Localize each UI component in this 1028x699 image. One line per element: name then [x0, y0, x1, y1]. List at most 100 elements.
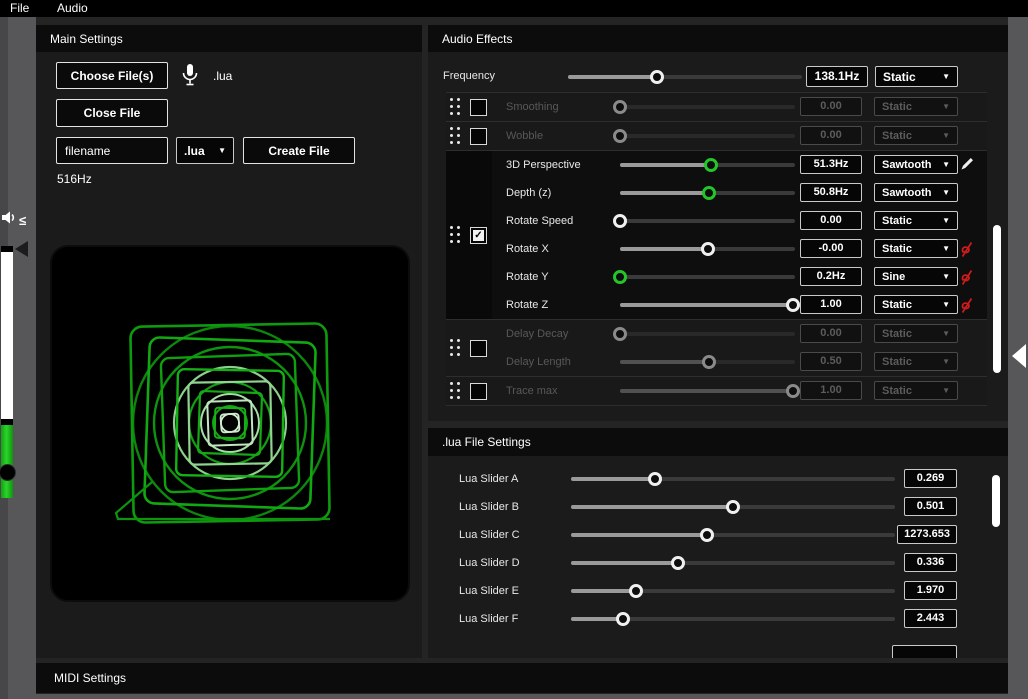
menu-item-audio[interactable]: Audio: [57, 1, 88, 15]
effect-enable-checkbox[interactable]: [470, 128, 487, 145]
effect-enable-checkbox[interactable]: ✓: [470, 227, 487, 244]
effect-valuebox[interactable]: 51.3Hz: [800, 155, 862, 174]
lua-slider-valuebox[interactable]: 1273.653: [897, 525, 957, 544]
effect-valuebox[interactable]: 0.00: [800, 211, 862, 230]
extension-dropdown[interactable]: .lua ▼: [176, 137, 234, 164]
slider-thumb[interactable]: [726, 500, 740, 514]
choose-files-button[interactable]: Choose File(s): [56, 62, 168, 89]
slider-thumb[interactable]: [702, 186, 716, 200]
drag-handle-icon[interactable]: [449, 226, 462, 245]
lua-slider-valuebox[interactable]: 0.501: [904, 497, 957, 516]
slider-thumb[interactable]: [702, 355, 716, 369]
slider[interactable]: [620, 129, 795, 144]
drag-handle-icon[interactable]: [449, 339, 462, 358]
slider-thumb[interactable]: [613, 214, 627, 228]
slider-thumb[interactable]: [701, 242, 715, 256]
slider-thumb[interactable]: [786, 384, 800, 398]
effects-list: Smoothing0.00Static▼Wobble0.00Static▼✓3D…: [446, 92, 987, 406]
lua-slider-valuebox[interactable]: 2.443: [904, 609, 957, 628]
slider[interactable]: [620, 327, 795, 342]
slider-thumb[interactable]: [704, 158, 718, 172]
slider[interactable]: [620, 270, 795, 285]
frequency-slider[interactable]: [568, 70, 802, 85]
effect-valuebox[interactable]: -0.00: [800, 239, 862, 258]
effect-mode-dropdown[interactable]: Static▼: [874, 211, 958, 230]
effect-enable-checkbox[interactable]: [470, 340, 487, 357]
lua-slider-g-valuebox-partial[interactable]: [892, 645, 957, 658]
effect-mode-dropdown[interactable]: Sawtooth▼: [874, 155, 958, 174]
effect-valuebox[interactable]: 0.00: [800, 97, 862, 116]
effect-valuebox[interactable]: 0.2Hz: [800, 267, 862, 286]
effect-mode-dropdown[interactable]: Static▼: [874, 295, 958, 314]
slider[interactable]: [571, 612, 895, 627]
volume-slider-thumb[interactable]: [0, 464, 16, 481]
effect-valuebox[interactable]: 1.00: [800, 381, 862, 400]
effect-enable-checkbox[interactable]: [470, 99, 487, 116]
slider-thumb[interactable]: [671, 556, 685, 570]
lua-slider-valuebox[interactable]: 0.269: [904, 469, 957, 488]
menu-item-file[interactable]: File: [10, 1, 29, 15]
slider[interactable]: [620, 214, 795, 229]
effect-mode-dropdown[interactable]: Static▼: [874, 352, 958, 371]
effect-mode-dropdown[interactable]: Static▼: [874, 381, 958, 400]
lua-slider-valuebox[interactable]: 1.970: [904, 581, 957, 600]
effect-enable-checkbox[interactable]: [470, 383, 487, 400]
slider[interactable]: [571, 584, 895, 599]
effect-valuebox[interactable]: 0.50: [800, 352, 862, 371]
panel-collapse-arrow-icon[interactable]: [1012, 344, 1026, 368]
effect-mode-dropdown[interactable]: Static▼: [874, 239, 958, 258]
rotate-animate-icon[interactable]: [960, 240, 976, 258]
effect-mode-dropdown[interactable]: Static▼: [874, 324, 958, 343]
effect-group: Trace max1.00Static▼: [446, 377, 987, 406]
edit-pencil-icon[interactable]: [960, 156, 976, 174]
close-file-button[interactable]: Close File: [56, 99, 168, 127]
lua-scrollbar[interactable]: [992, 475, 1000, 527]
slider[interactable]: [620, 186, 795, 201]
effect-valuebox[interactable]: 50.8Hz: [800, 183, 862, 202]
drag-handle-icon[interactable]: [449, 127, 462, 146]
effect-valuebox[interactable]: 0.00: [800, 324, 862, 343]
slider[interactable]: [620, 158, 795, 173]
slider[interactable]: [571, 500, 895, 515]
slider-thumb[interactable]: [700, 528, 714, 542]
slider-thumb[interactable]: [613, 129, 627, 143]
filename-input[interactable]: [56, 137, 168, 164]
workspace: Main Settings Choose File(s) .lua Close …: [36, 17, 1008, 694]
chevron-down-icon: ▼: [942, 330, 950, 338]
create-file-button[interactable]: Create File: [243, 137, 355, 164]
slider[interactable]: [571, 528, 895, 543]
slider-thumb[interactable]: [613, 270, 627, 284]
effect-mode-dropdown[interactable]: Static▼: [874, 97, 958, 116]
effect-valuebox[interactable]: 0.00: [800, 126, 862, 145]
slider-thumb[interactable]: [786, 298, 800, 312]
slider-thumb[interactable]: [616, 612, 630, 626]
drag-handle-icon[interactable]: [449, 98, 462, 117]
frequency-valuebox[interactable]: 138.1Hz: [806, 66, 868, 87]
slider[interactable]: [620, 100, 795, 115]
slider[interactable]: [620, 384, 795, 399]
frequency-slider-thumb[interactable]: [650, 70, 664, 84]
lua-slider-valuebox[interactable]: 0.336: [904, 553, 957, 572]
effect-mode-dropdown[interactable]: Static▼: [874, 126, 958, 145]
effect-valuebox[interactable]: 1.00: [800, 295, 862, 314]
slider[interactable]: [620, 298, 795, 313]
slider[interactable]: [571, 556, 895, 571]
rotate-animate-icon[interactable]: [960, 296, 976, 314]
slider[interactable]: [620, 242, 795, 257]
frequency-mode-dropdown[interactable]: Static ▼: [875, 66, 958, 87]
midi-settings-bar[interactable]: MIDI Settings: [36, 663, 1008, 693]
microphone-icon[interactable]: [181, 63, 199, 94]
volume-threshold-marker-icon[interactable]: [15, 241, 28, 257]
slider-thumb[interactable]: [648, 472, 662, 486]
effect-mode-dropdown[interactable]: Sine▼: [874, 267, 958, 286]
slider-thumb[interactable]: [613, 327, 627, 341]
slider[interactable]: [571, 472, 895, 487]
rotate-animate-icon[interactable]: [960, 268, 976, 286]
slider-thumb[interactable]: [629, 584, 643, 598]
effect-mode-dropdown[interactable]: Sawtooth▼: [874, 183, 958, 202]
slider[interactable]: [620, 355, 795, 370]
volume-meter[interactable]: [1, 246, 13, 498]
drag-handle-icon[interactable]: [449, 382, 462, 401]
effects-scrollbar[interactable]: [993, 225, 1001, 373]
slider-thumb[interactable]: [613, 100, 627, 114]
